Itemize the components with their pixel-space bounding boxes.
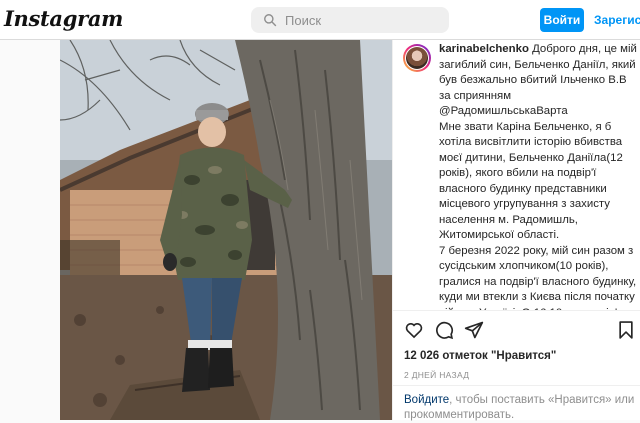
post-actions (404, 320, 636, 340)
comment-login-prompt: Войдите, чтобы поставить «Нравится» или … (404, 393, 636, 423)
login-link[interactable]: Войдите (404, 394, 449, 406)
search-icon (264, 14, 277, 27)
likes-count[interactable]: 12 026 отметок "Нравится" (404, 350, 556, 362)
caption-text: Доброго дня, це мій загиблий син, Бельче… (439, 43, 637, 310)
search-box[interactable] (251, 7, 449, 33)
comment-icon[interactable] (434, 320, 454, 340)
post-date[interactable]: 2 ДНЕЙ НАЗАД (404, 370, 469, 380)
top-navigation-bar: Instagram Войти Зарегист (0, 0, 640, 40)
heart-icon[interactable] (404, 320, 424, 340)
avatar-ring (405, 46, 429, 70)
instagram-logo[interactable]: Instagram (4, 6, 123, 31)
divider (392, 310, 640, 311)
post-photo-image (60, 40, 392, 420)
post-photo[interactable] (60, 40, 392, 420)
post-caption: karinabelchenko Доброго дня, це мій заги… (439, 42, 637, 310)
avatar[interactable] (403, 44, 431, 72)
login-button[interactable]: Войти (540, 8, 584, 32)
register-link[interactable]: Зарегист (594, 13, 640, 27)
search-input[interactable] (285, 12, 445, 28)
share-icon[interactable] (464, 320, 484, 340)
avatar-image (406, 47, 428, 69)
post-sidebar: karinabelchenko Доброго дня, це мій заги… (392, 40, 640, 420)
username-link[interactable]: karinabelchenko (439, 43, 529, 55)
bookmark-icon[interactable] (616, 320, 636, 340)
divider (392, 385, 640, 386)
